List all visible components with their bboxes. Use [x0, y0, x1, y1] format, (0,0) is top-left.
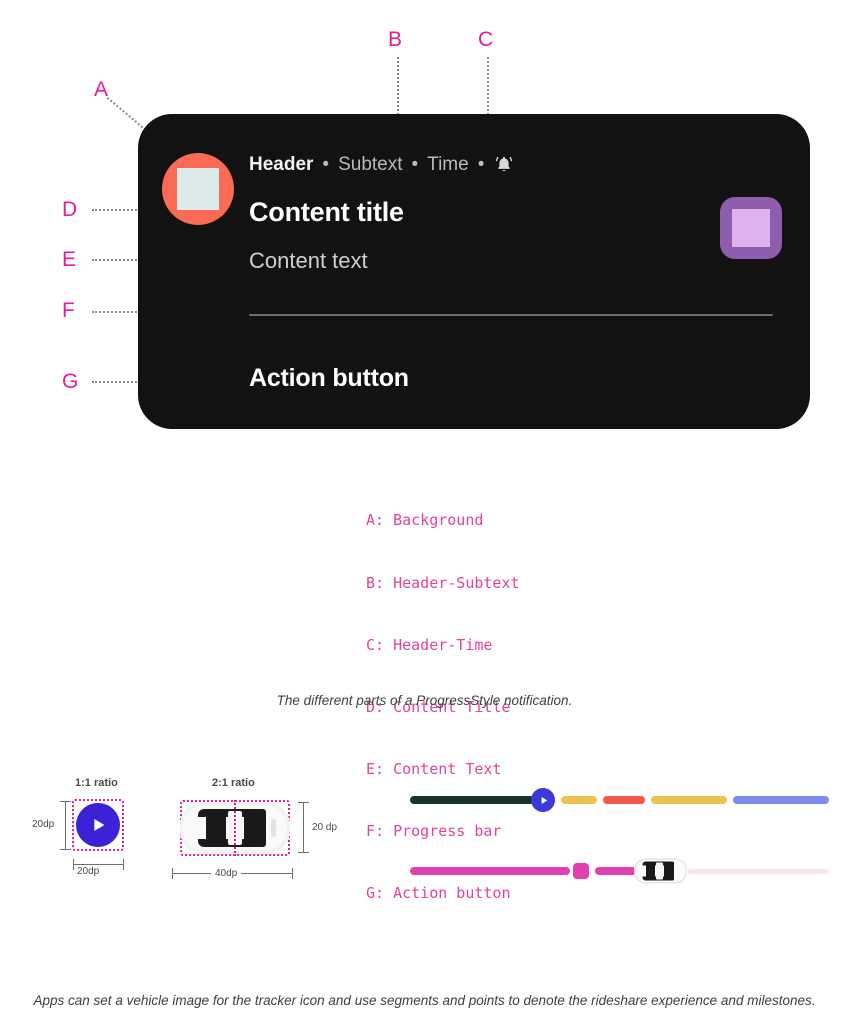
- dim-cap-bottom-1-1: [60, 849, 71, 850]
- dim-line-width-1-1: [73, 864, 123, 865]
- play-triangle-glyph: [94, 819, 105, 831]
- legend-item-a: A: Background: [366, 511, 484, 530]
- rideshare-segment-remaining[interactable]: [688, 869, 829, 874]
- legend-item-g: G: Action button: [366, 884, 511, 903]
- annotation-letter-f: F: [62, 299, 75, 322]
- legend-item-e: E: Content Text: [366, 759, 502, 778]
- dim-cap-top-2-1: [298, 802, 309, 803]
- app-avatar-icon: [162, 153, 234, 225]
- dim-label-height-2-1: 20 dp: [312, 822, 338, 833]
- progress-segment-5[interactable]: [733, 796, 829, 804]
- header-separator-3: •: [477, 154, 485, 175]
- dim-cap-top-1-1: [60, 801, 71, 802]
- header-separator-2: •: [411, 154, 419, 175]
- legend-item-c: C: Header-Time: [366, 635, 493, 654]
- play-circle-icon: [76, 803, 120, 847]
- annotation-letter-c: C: [478, 28, 494, 51]
- notification-header-row: Header • Subtext • Time •: [249, 154, 515, 176]
- dim-cap-left-2-1: [172, 868, 173, 879]
- dim-label-height-1-1: 20dp: [32, 819, 55, 830]
- header-time: Time: [427, 154, 469, 175]
- documentation-figure: A B C D E F G Header • Subtext • Time •: [0, 0, 849, 1024]
- header-separator-1: •: [322, 154, 330, 175]
- content-text: Content text: [249, 248, 368, 273]
- center-line-2-1: [234, 800, 236, 856]
- action-button[interactable]: Action button: [249, 364, 409, 393]
- dim-label-width-1-1: 20dp: [77, 866, 100, 877]
- annotation-letter-g: G: [62, 370, 79, 393]
- dim-label-width-2-1: 40dp: [211, 868, 242, 879]
- milestone-point-marker[interactable]: [573, 863, 589, 879]
- dim-cap-bottom-2-1: [298, 852, 309, 853]
- car-top-view-icon-tracker[interactable]: [633, 857, 688, 885]
- avatar-blob-glyph: [177, 168, 219, 210]
- dim-cap-right-2-1: [292, 868, 293, 879]
- dim-line-height-1-1: [65, 801, 66, 849]
- dim-cap-left-1-1: [73, 859, 74, 870]
- annotation-letter-d: D: [62, 198, 78, 221]
- legend-item-b: B: Header-Subtext: [366, 573, 520, 592]
- annotation-letter-e: E: [62, 248, 77, 271]
- annotation-letter-b: B: [388, 28, 403, 51]
- bell-icon: [493, 154, 515, 176]
- play-circle-icon-tracker[interactable]: [531, 788, 555, 812]
- header-app-name: Header: [249, 154, 314, 175]
- ratio-title-1-1: 1:1 ratio: [75, 777, 118, 789]
- large-picture-icon: [720, 197, 782, 259]
- progress-segment-4[interactable]: [651, 796, 727, 804]
- dim-line-height-2-1: [303, 802, 304, 852]
- rideshare-segment-1[interactable]: [410, 867, 570, 875]
- figure-caption-middle: The different parts of a ProgressStyle n…: [276, 693, 573, 708]
- progress-bar[interactable]: [249, 314, 773, 316]
- content-title: Content title: [249, 197, 404, 227]
- progress-segment-1[interactable]: [410, 796, 535, 804]
- ratio-title-2-1: 2:1 ratio: [212, 777, 255, 789]
- dim-cap-right-1-1: [123, 859, 124, 870]
- progress-segment-3[interactable]: [603, 796, 645, 804]
- header-subtext: Subtext: [338, 154, 403, 175]
- figure-caption-bottom: Apps can set a vehicle image for the tra…: [33, 993, 816, 1008]
- large-picture-blob-glyph: [732, 209, 770, 247]
- notification-card[interactable]: Header • Subtext • Time • Content title …: [138, 114, 810, 429]
- progress-segment-2[interactable]: [561, 796, 597, 804]
- play-triangle-glyph: [541, 796, 547, 804]
- legend-item-f: F: Progress bar: [366, 821, 502, 840]
- annotation-letter-a: A: [94, 78, 109, 101]
